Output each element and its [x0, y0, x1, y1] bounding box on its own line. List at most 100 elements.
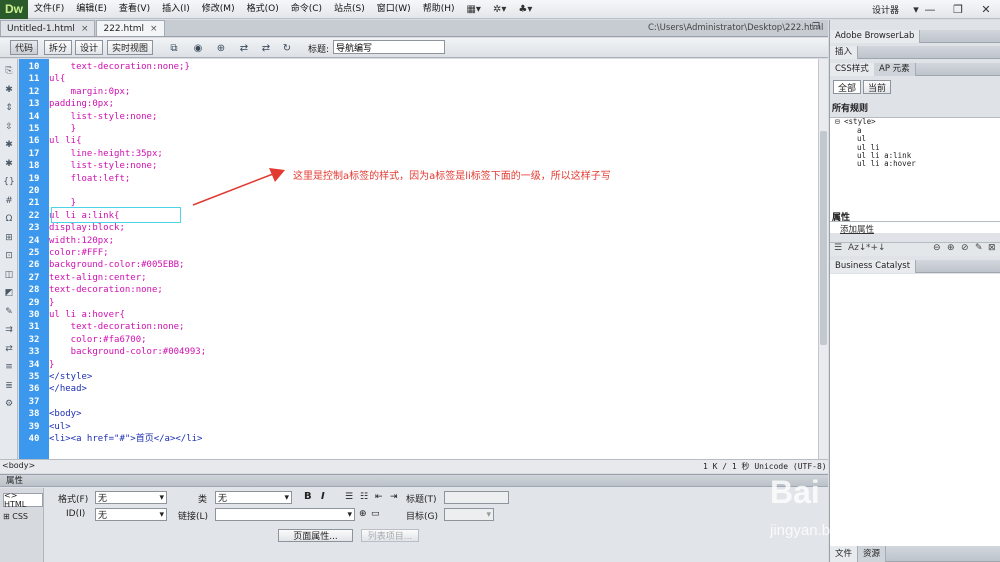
close-button[interactable]: ✕ [972, 0, 1000, 18]
target-select[interactable]: ▾ [444, 508, 494, 521]
format-select[interactable]: 无 ▾ [95, 491, 167, 504]
italic-button[interactable]: I [321, 491, 325, 502]
ordered-list-icon[interactable]: ☷ [360, 492, 368, 502]
delete-rule-icon[interactable]: ⊠ [988, 243, 996, 253]
outdent-icon[interactable]: ⇤ [375, 492, 383, 502]
code-line[interactable]: 13 padding:0px; [19, 98, 818, 110]
properties-header[interactable]: 属性 [0, 475, 828, 487]
code-line[interactable]: 26 background-color:#005EBB; [19, 259, 818, 271]
coding-tool-icon[interactable]: ≡ [2, 361, 16, 373]
page-properties-button[interactable]: 页面属性... [278, 529, 353, 542]
minimize-button[interactable]: — [916, 0, 944, 18]
code-line[interactable]: 25 color:#FFF; [19, 247, 818, 259]
code-line[interactable]: 23 display:block; [19, 222, 818, 234]
alpha-view-icon[interactable]: Az↓ [848, 243, 866, 253]
current-rules-button[interactable]: 当前 [863, 80, 892, 94]
split-view-button[interactable]: 拆分 [44, 40, 73, 55]
check-browser-icon[interactable]: ⊕ [213, 41, 229, 55]
unordered-list-icon[interactable]: ☰ [345, 492, 353, 502]
code-line[interactable]: 14 list-style:none; [19, 111, 818, 123]
title-input[interactable] [333, 40, 445, 54]
code-view-button[interactable]: 代码 [10, 40, 39, 55]
code-editor[interactable]: 10 text-decoration:none;} 11 ul{12 margin:… [19, 59, 818, 459]
all-rules-button[interactable]: 全部 [833, 80, 862, 94]
attach-stylesheet-icon[interactable]: ⊖ [933, 243, 941, 253]
coding-tool-icon[interactable]: ⇉ [2, 324, 16, 336]
css-mode-button[interactable]: ⊞ CSS [3, 509, 43, 523]
code-line[interactable]: 32 color:#fa6700; [19, 334, 818, 346]
coding-tool-icon[interactable]: ◫ [2, 269, 16, 281]
disable-rule-icon[interactable]: ⊘ [961, 243, 969, 253]
indent-icon[interactable]: ⇥ [390, 492, 398, 502]
id-select[interactable]: 无 ▾ [95, 508, 167, 521]
site-icon[interactable]: ♣▾ [512, 4, 538, 15]
code-line[interactable]: 24 width:120px; [19, 235, 818, 247]
code-line[interactable]: 34} [19, 359, 818, 371]
code-line[interactable]: 38 <body> [19, 408, 818, 420]
code-line[interactable]: 35 </style> [19, 371, 818, 383]
menu-file[interactable]: 文件(F) [28, 0, 70, 19]
code-line[interactable]: 17 line-height:35px; [19, 148, 818, 160]
tab-ap-elements[interactable]: AP 元素 [874, 63, 916, 76]
code-line[interactable]: 37 [19, 396, 818, 408]
tab-222[interactable]: 222.html × [96, 20, 165, 36]
bold-button[interactable]: B [304, 491, 312, 502]
point-to-file-icon[interactable]: ⊕ [359, 509, 367, 519]
code-line[interactable]: 27 text-align:center; [19, 272, 818, 284]
coding-tool-icon[interactable]: ⇕ [2, 102, 16, 114]
coding-tool-icon[interactable]: ✱ [2, 139, 16, 151]
code-line[interactable]: 20 [19, 185, 818, 197]
multiscreen-icon[interactable]: ⧉ [166, 41, 182, 55]
coding-tool-icon[interactable]: # [2, 195, 16, 207]
extend-icon[interactable]: ✲▾ [487, 4, 512, 15]
close-icon[interactable]: × [81, 24, 89, 34]
live-view-button[interactable]: 实时视图 [107, 40, 154, 55]
layout-icon[interactable]: ▦▾ [460, 4, 486, 15]
code-line[interactable]: 36 </head> [19, 383, 818, 395]
code-line[interactable]: 40 <li><a href="#">首页</a></li> [19, 433, 818, 445]
code-line[interactable]: 29} [19, 297, 818, 309]
workspace-switcher[interactable]: 设计器 [872, 3, 899, 16]
menu-insert[interactable]: 插入(I) [156, 0, 196, 19]
visual-aids-icon[interactable]: ⇄ [236, 41, 252, 55]
coding-tool-icon[interactable]: ✎ [2, 306, 16, 318]
title-attr-input[interactable] [444, 491, 509, 504]
code-line[interactable]: 30 ul li a:hover{ [19, 309, 818, 321]
coding-tool-icon[interactable]: ≣ [2, 380, 16, 392]
new-rule-icon[interactable]: ⊕ [947, 243, 955, 253]
coding-tool-icon[interactable]: ⚙ [2, 398, 16, 410]
coding-tool-icon[interactable]: ⇄ [2, 343, 16, 355]
menu-help[interactable]: 帮助(H) [417, 0, 461, 19]
file-management-icon[interactable]: ⇄ [258, 41, 274, 55]
code-line[interactable]: 15 } [19, 123, 818, 135]
menu-format[interactable]: 格式(O) [241, 0, 285, 19]
edit-rule-icon[interactable]: ✎ [975, 243, 983, 253]
tab-css-styles[interactable]: CSS样式 [830, 63, 875, 76]
coding-tool-icon[interactable]: ⊡ [2, 250, 16, 262]
preview-icon[interactable]: ◉ [190, 41, 206, 55]
category-view-icon[interactable]: ☰ [834, 243, 842, 253]
tag-selector[interactable]: <body> [2, 461, 35, 470]
code-line[interactable]: 10 text-decoration:none;} [19, 61, 818, 73]
class-select[interactable]: 无 ▾ [215, 491, 292, 504]
tab-browserlab[interactable]: Adobe BrowserLab [830, 30, 921, 43]
coding-tool-icon[interactable]: Ω [2, 213, 16, 225]
tab-untitled[interactable]: Untitled-1.html × [0, 20, 96, 36]
rule-ul-li-a-hover[interactable]: ul li a:hover [848, 159, 916, 169]
menu-modify[interactable]: 修改(M) [196, 0, 241, 19]
menu-commands[interactable]: 命令(C) [285, 0, 328, 19]
link-input[interactable]: ▾ [215, 508, 355, 521]
coding-tool-icon[interactable]: ✱ [2, 158, 16, 170]
coding-tool-icon[interactable]: {} [2, 176, 16, 188]
code-line[interactable]: 11 ul{ [19, 73, 818, 85]
close-icon[interactable]: × [150, 24, 158, 34]
code-line[interactable]: 12 margin:0px; [19, 86, 818, 98]
menu-edit[interactable]: 编辑(E) [70, 0, 113, 19]
menu-view[interactable]: 查看(V) [113, 0, 156, 19]
tab-business-catalyst[interactable]: Business Catalyst [830, 260, 917, 273]
list-item-button[interactable]: 列表项目... [361, 529, 419, 542]
html-mode-button[interactable]: <> HTML [3, 491, 43, 509]
coding-tool-icon[interactable]: ⇳ [2, 121, 16, 133]
add-property-link[interactable]: 添加属性 [840, 223, 874, 235]
restore-doc-icon[interactable]: ❐ [812, 22, 820, 32]
